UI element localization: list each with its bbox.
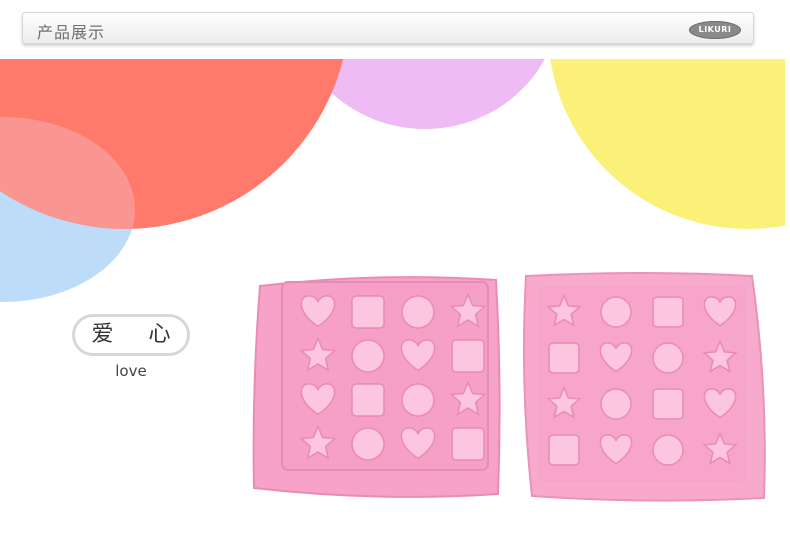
left-tray (252, 276, 501, 498)
product-image (252, 272, 766, 502)
square-cavity (451, 339, 485, 373)
product-name-pill: 爱 心 (72, 314, 190, 356)
header-bar: 产品展示 LIKURI (22, 12, 754, 44)
round-cavity (600, 388, 632, 420)
square-cavity (548, 434, 580, 466)
flower-cavity (401, 295, 435, 329)
round-cavity (652, 342, 684, 374)
square-cavity (652, 388, 684, 420)
circle-overlap (0, 59, 350, 229)
square-cavity (351, 383, 385, 417)
yellow-circle (548, 59, 785, 229)
square-cavity (548, 342, 580, 374)
square-cavity (451, 427, 485, 461)
round-cavity (600, 296, 632, 328)
brand-logo: LIKURI (689, 21, 741, 39)
flower-cavity (351, 427, 385, 461)
product-name-cn: 爱 心 (91, 322, 185, 347)
flower-cavity (401, 383, 435, 417)
round-cavity (652, 434, 684, 466)
flower-cavity (351, 339, 385, 373)
square-cavity (652, 296, 684, 328)
page-title: 产品展示 (37, 23, 106, 42)
product-name-en: love (115, 362, 147, 380)
square-cavity (351, 295, 385, 329)
right-tray (523, 272, 766, 502)
